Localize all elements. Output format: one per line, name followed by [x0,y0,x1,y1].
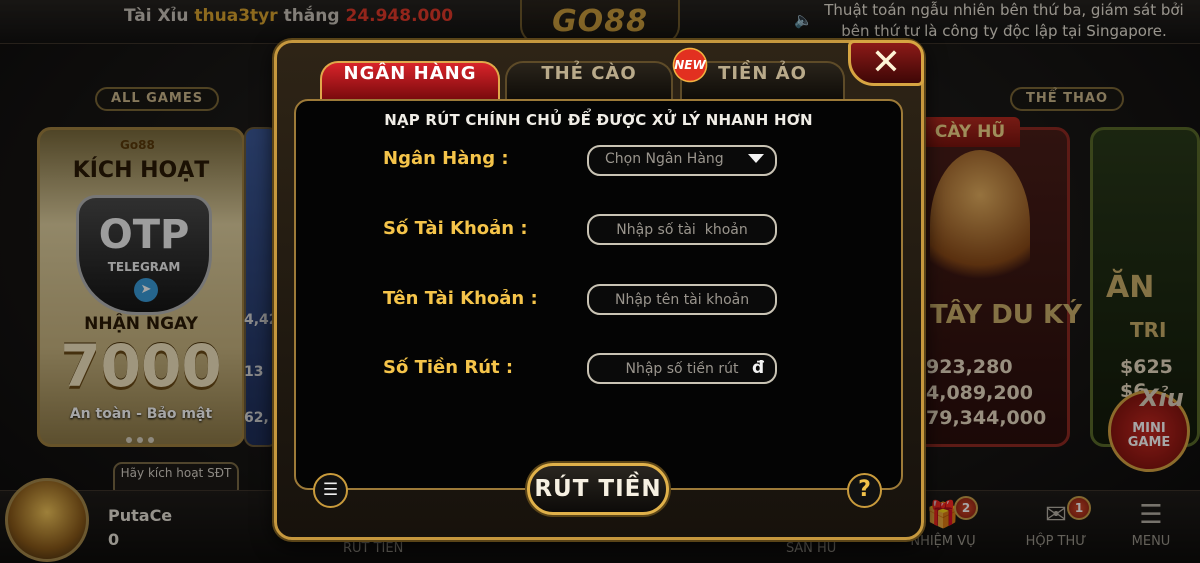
account-number-label: Số Tài Khoản : [383,218,528,239]
amount-input[interactable] [587,353,777,384]
bank-label: Ngân Hàng : [383,148,509,169]
help-button[interactable]: ? [847,473,882,508]
close-button[interactable]: ✕ [848,40,924,86]
form-header: NẠP RÚT CHÍNH CHỦ ĐỂ ĐƯỢC XỬ LÝ NHANH HƠ… [384,111,813,129]
tab-card[interactable]: THẺ CÀO [505,61,673,99]
account-number-input[interactable] [587,214,777,245]
account-name-input[interactable] [587,284,777,315]
bank-select-value: Chọn Ngân Hàng [605,151,724,167]
chevron-down-icon [748,154,764,163]
history-button[interactable]: ☰ [313,473,348,508]
document-icon: ☰ [322,480,339,500]
currency-symbol: đ [752,358,765,378]
withdraw-submit-button[interactable]: RÚT TIỀN [527,463,669,515]
tab-bank[interactable]: NGÂN HÀNG [320,61,500,99]
account-name-label: Tên Tài Khoản : [383,288,538,309]
new-badge: NEW [669,46,711,84]
amount-label: Số Tiền Rút : [383,357,514,378]
